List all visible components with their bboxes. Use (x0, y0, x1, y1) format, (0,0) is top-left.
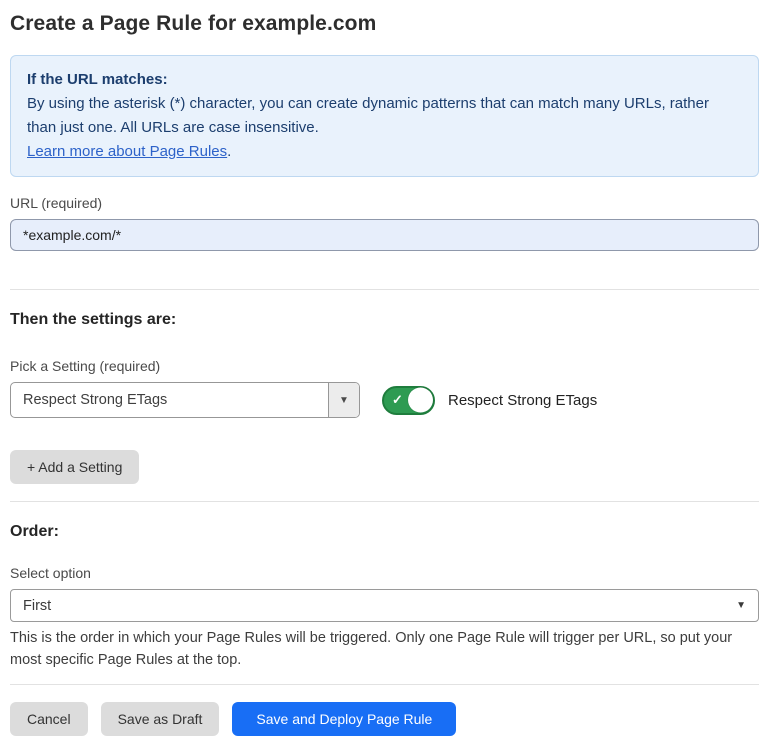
save-as-draft-button[interactable]: Save as Draft (101, 702, 220, 736)
order-select-value: First (11, 598, 736, 614)
info-box-link-line: Learn more about Page Rules. (27, 140, 742, 164)
divider (10, 501, 759, 502)
divider (10, 684, 759, 685)
chevron-down-icon: ▼ (736, 600, 758, 611)
order-section-heading: Order: (10, 523, 759, 541)
toggle-label: Respect Strong ETags (448, 392, 597, 409)
settings-section-heading: Then the settings are: (10, 311, 759, 329)
pick-setting-label: Pick a Setting (required) (10, 358, 759, 374)
check-icon: ✓ (392, 393, 403, 406)
setting-row: Respect Strong ETags ▼ ✓ Respect Strong … (10, 382, 759, 418)
page-title: Create a Page Rule for example.com (10, 12, 759, 36)
order-select-label: Select option (10, 565, 759, 581)
create-page-rule-form: Create a Page Rule for example.com If th… (0, 0, 769, 736)
info-box-heading: If the URL matches: (27, 68, 742, 92)
cancel-button[interactable]: Cancel (10, 702, 88, 736)
chevron-down-icon[interactable]: ▼ (328, 383, 359, 417)
divider (10, 289, 759, 290)
link-suffix-period: . (227, 143, 231, 160)
url-match-info-box: If the URL matches: By using the asteris… (10, 55, 759, 177)
order-help-text: This is the order in which your Page Rul… (10, 628, 755, 671)
toggle-knob[interactable] (408, 388, 433, 413)
order-select[interactable]: First ▼ (10, 589, 759, 622)
respect-strong-etags-toggle[interactable]: ✓ (382, 386, 435, 415)
add-setting-button[interactable]: + Add a Setting (10, 450, 139, 484)
info-box-body: By using the asterisk (*) character, you… (27, 92, 742, 140)
learn-more-link[interactable]: Learn more about Page Rules (27, 143, 227, 160)
setting-select[interactable]: Respect Strong ETags ▼ (10, 382, 360, 418)
url-field-label: URL (required) (10, 195, 759, 211)
setting-select-value: Respect Strong ETags (11, 383, 328, 417)
save-and-deploy-button[interactable]: Save and Deploy Page Rule (232, 702, 456, 736)
url-input[interactable] (10, 219, 759, 251)
footer-actions: Cancel Save as Draft Save and Deploy Pag… (10, 702, 759, 736)
